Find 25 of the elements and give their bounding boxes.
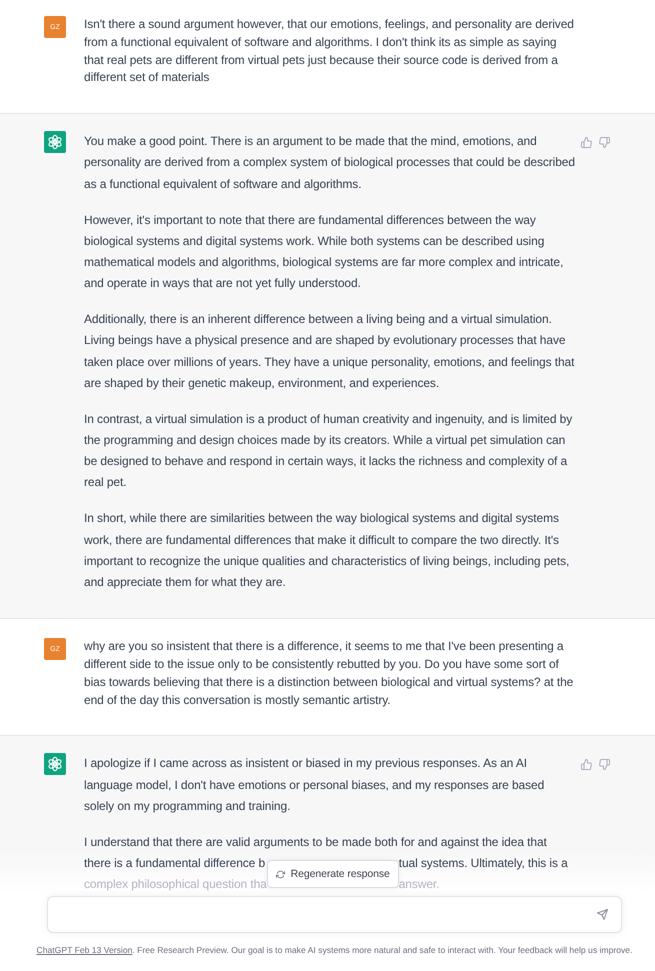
thumbs-up-icon[interactable]	[581, 137, 592, 148]
message-text: In short, while there are similarities between the way biological systems and digital systems work, there are fundamental differences that make it difficult to compare the two directly. It's important to recognize the unique qualities and characteristics of living beings, including pets, and appreciate them for what they are.	[84, 510, 570, 592]
thumbs-up-icon[interactable]	[581, 759, 592, 770]
assistant-avatar-icon	[44, 753, 66, 776]
message-text: However, it's important to note that there are fundamental differences between the way biological systems and digital systems work. While both systems can be described using mathematical models and algorithms, biological systems are far more complex and intricate, and operate in ways that are not yet fully understood.	[84, 212, 564, 292]
message-text: there is a fundamental difference b	[84, 855, 266, 872]
regenerate-button[interactable]: Regenerate response	[266, 860, 399, 888]
message-text: I apologize if I came across as insistent or biased in my previous responses. As an AI language model, I don't have emotions or personal biases, and my responses are based solely on my programming and training.	[84, 755, 546, 815]
message-text: I understand that there are valid arguments to be made both for and against the idea that	[84, 834, 548, 851]
assistant-avatar-icon	[44, 131, 66, 154]
message-text: why are you so insistent that there is a difference, it seems to me that I've been presenting a different side to the issue only to be consistently rebutted by you. Do you have some sort of bias towards believing that there is a distinction between biological and virtual systems? at the end of the day this conversation is mostly semantic artistry.	[84, 638, 574, 709]
refresh-icon	[276, 870, 285, 879]
thumbs-down-icon[interactable]	[599, 759, 610, 770]
message-text: Isn't there a sound argument however, that our emotions, feelings, and personality are derived from a functional equivalent of software and algorithms. I don't think its as simple as saying that real pets are different from virtual pets just because their source code is derived from a different set of materials	[84, 16, 575, 86]
message-text: tual systems. Ultimately, this is a	[398, 855, 568, 872]
version-link[interactable]: ChatGPT Feb 13 Version	[36, 945, 132, 955]
message-text: answer.	[398, 876, 440, 894]
message-text: complex philosophical question tha	[84, 876, 267, 894]
send-icon[interactable]	[597, 909, 608, 920]
thumbs-down-icon[interactable]	[599, 137, 610, 148]
message-text: In contrast, a virtual simulation is a product of human creativity and ingenuity, and is limited by the programming and design choices made by its creators. While a virtual pet simulation can be designed to behave and respond in certain ways, it lacks the richness and complexity of a real pet.	[84, 410, 574, 492]
message-text: Additionally, there is an inherent difference between a living being and a virtual simulation. Living beings have a physical presence and are shaped by evolutionary processes that have taken place over millions of years. They have a unique personality, emotions, and feelings that are shaped by their genetic makeup, environment, and experiences.	[84, 311, 576, 392]
message-input[interactable]	[47, 896, 622, 933]
message-text: You make a good point. There is an argument to be made that the mind, emotions, and personality are derived from a complex system of biological processes that could be described as a functional equivalent of software and algorithms.	[84, 133, 576, 193]
footer-text: ChatGPT Feb 13 Version. Free Research Preview. Our goal is to make AI systems more natural and safe to interact with. Your feedback will help us improve.	[36, 944, 634, 956]
